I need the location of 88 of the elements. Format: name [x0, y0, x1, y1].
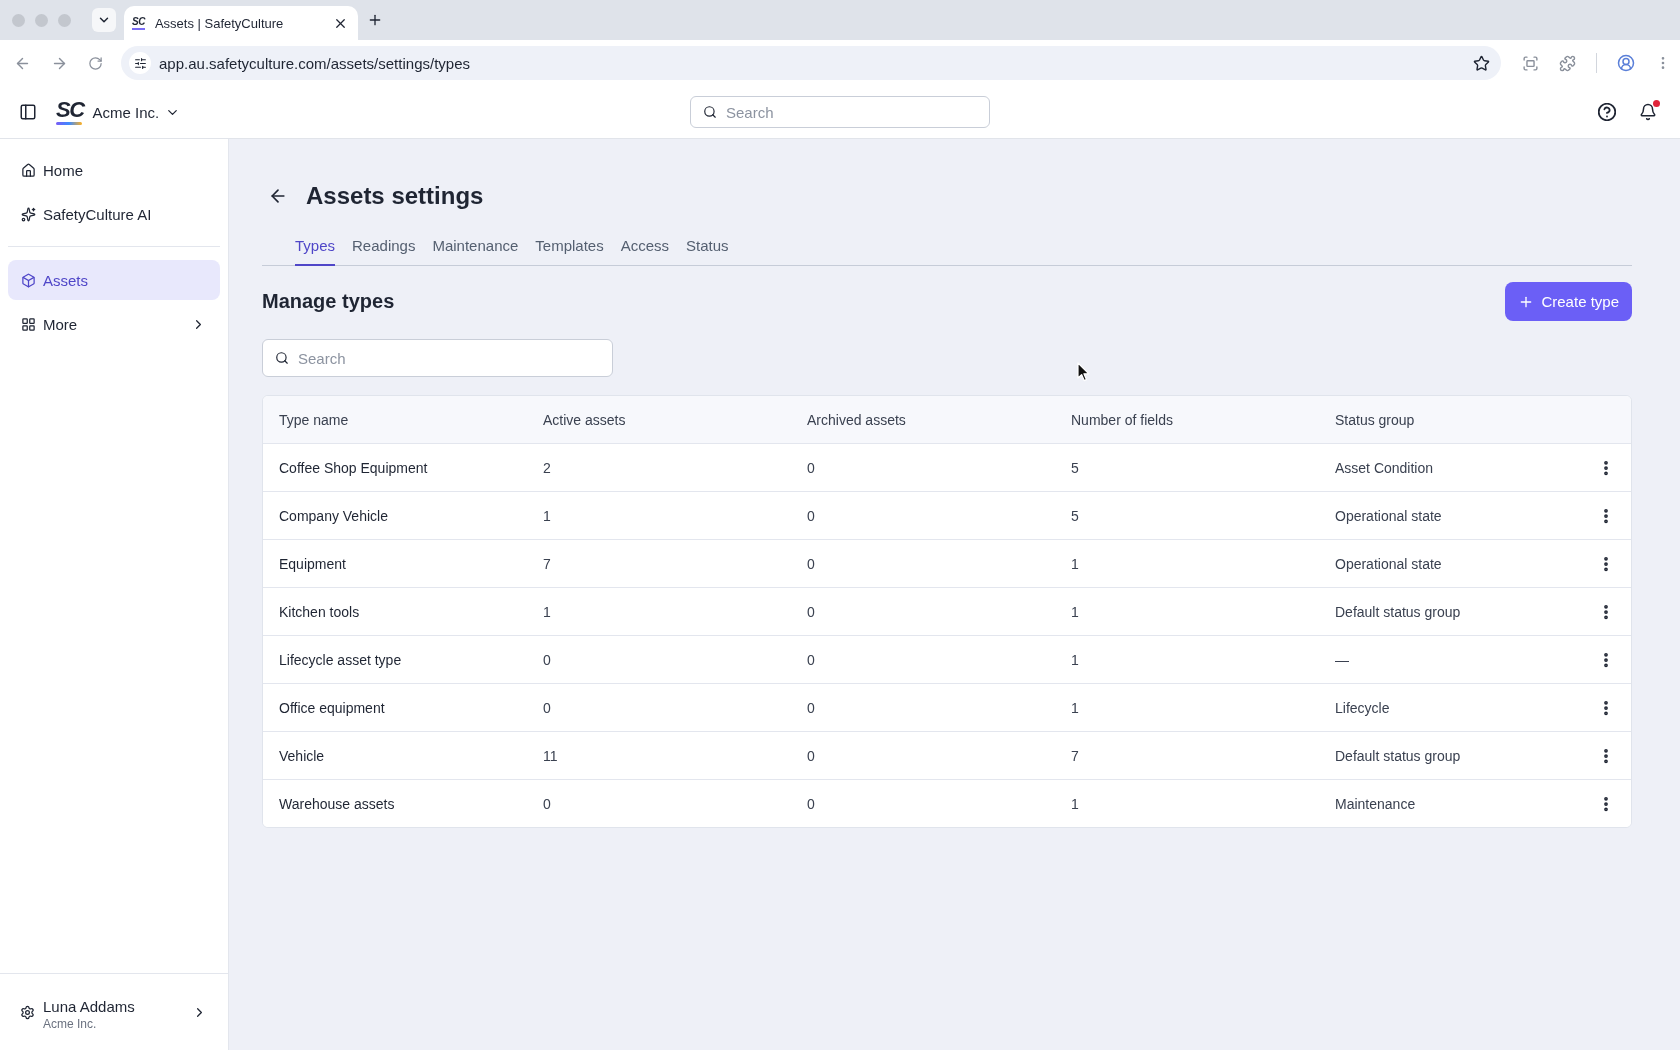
user-name[interactable]: Luna Addams [43, 997, 184, 1015]
table-cell: Asset Condition [1335, 459, 1434, 476]
table-cell: 0 [807, 507, 815, 524]
settings-tab[interactable]: Access [620, 233, 670, 266]
table-cell: Coffee Shop Equipment [279, 459, 428, 476]
settings-tab[interactable]: Templates [535, 233, 604, 266]
search-field[interactable]: Search [262, 339, 613, 377]
search-icon [703, 105, 717, 119]
table-cell: — [1335, 651, 1349, 668]
table-cell: 1 [1071, 603, 1079, 620]
house-icon [21, 162, 36, 178]
settings-tab[interactable]: Types [295, 233, 336, 266]
search-icon [275, 351, 289, 365]
cube-icon [21, 272, 36, 288]
column-header: Status group [1335, 411, 1415, 428]
table-cell: Default status group [1335, 747, 1461, 764]
organization-switcher[interactable]: Acme Inc. [92, 103, 181, 121]
notifications-button[interactable] [1639, 103, 1657, 121]
table-cell: 1 [1071, 795, 1079, 812]
table-cell: 0 [807, 795, 815, 812]
column-header: Archived assets [807, 411, 906, 428]
table-cell: 0 [543, 699, 551, 716]
table-cell: 0 [807, 699, 815, 716]
column-header: Number of fields [1071, 411, 1173, 428]
table-cell: Company Vehicle [279, 507, 388, 524]
screen-frame-icon[interactable] [1522, 54, 1539, 72]
section-title: Manage types [262, 290, 395, 313]
table-cell: 1 [1071, 555, 1079, 572]
column-header: Active assets [543, 411, 626, 428]
address-bar[interactable]: app.au.safetyculture.com/assets/settings/types [121, 46, 1501, 80]
star-icon[interactable] [1473, 54, 1490, 72]
search-field[interactable]: Search [690, 96, 990, 128]
table-cell: 0 [543, 651, 551, 668]
favicon-logo: SC [132, 16, 145, 30]
table-cell: 0 [807, 459, 815, 476]
table-cell: 0 [807, 603, 815, 620]
sidebar-toggle-icon[interactable] [19, 103, 37, 121]
table-cell: 0 [807, 555, 815, 572]
sliders-icon[interactable] [129, 52, 151, 74]
create-type-button[interactable]: Create type [1505, 282, 1632, 321]
sidebar-item[interactable]: Home [8, 150, 220, 190]
settings-tab[interactable]: Readings [352, 233, 416, 266]
bell-icon [1639, 103, 1657, 121]
table-cell: 11 [543, 747, 558, 764]
grid-icon [21, 316, 36, 332]
table-cell: 1 [543, 507, 551, 524]
help-icon[interactable] [1598, 103, 1616, 121]
sparkles-icon [21, 206, 36, 222]
table-cell: Default status group [1335, 603, 1461, 620]
table-cell: 7 [1071, 747, 1079, 764]
sidebar-item[interactable]: More [8, 304, 220, 344]
table-cell: 0 [807, 747, 815, 764]
sidebar-item[interactable]: Assets [8, 260, 220, 300]
table-cell: Equipment [279, 555, 346, 572]
table-cell: Warehouse assets [279, 795, 395, 812]
settings-icon[interactable] [20, 1004, 35, 1020]
table-cell: 7 [543, 555, 551, 572]
table-cell: Kitchen tools [279, 603, 360, 620]
tab-list-button[interactable] [92, 8, 116, 32]
table-cell: Office equipment [279, 699, 385, 716]
table-cell: 1 [1071, 699, 1079, 716]
logo: SC [56, 99, 84, 125]
plus-icon[interactable] [367, 12, 383, 28]
column-header: Type name [279, 411, 349, 428]
table-cell: 0 [543, 795, 551, 812]
mouse-pointer-icon [1077, 362, 1090, 382]
table-cell: Lifecycle [1335, 699, 1390, 716]
table-cell: 1 [543, 603, 551, 620]
settings-tab[interactable]: Status [686, 233, 729, 266]
puzzle-icon[interactable] [1559, 54, 1576, 72]
table-cell: Lifecycle asset type [279, 651, 402, 668]
profile-icon[interactable] [1617, 54, 1635, 72]
table-cell: 2 [543, 459, 551, 476]
url-text: app.au.safetyculture.com/assets/settings/types [159, 54, 471, 72]
table-cell: 1 [1071, 651, 1079, 668]
table-cell: Maintenance [1335, 795, 1416, 812]
table-cell: Vehicle [279, 747, 325, 764]
table-cell: 5 [1071, 459, 1079, 476]
page-title: Assets settings [306, 181, 484, 211]
user-organization: Acme Inc. [43, 1016, 98, 1031]
table-cell: 0 [807, 651, 815, 668]
sidebar-item[interactable]: SafetyCulture AI [8, 194, 220, 234]
table-cell: 5 [1071, 507, 1079, 524]
settings-tab[interactable]: Maintenance [432, 233, 519, 266]
circular-arrow-icon[interactable] [88, 55, 103, 71]
browser-tab[interactable]: SC Assets | SafetyCulture [124, 6, 358, 40]
table-cell: Operational state [1335, 555, 1442, 572]
table-cell: Operational state [1335, 507, 1442, 524]
